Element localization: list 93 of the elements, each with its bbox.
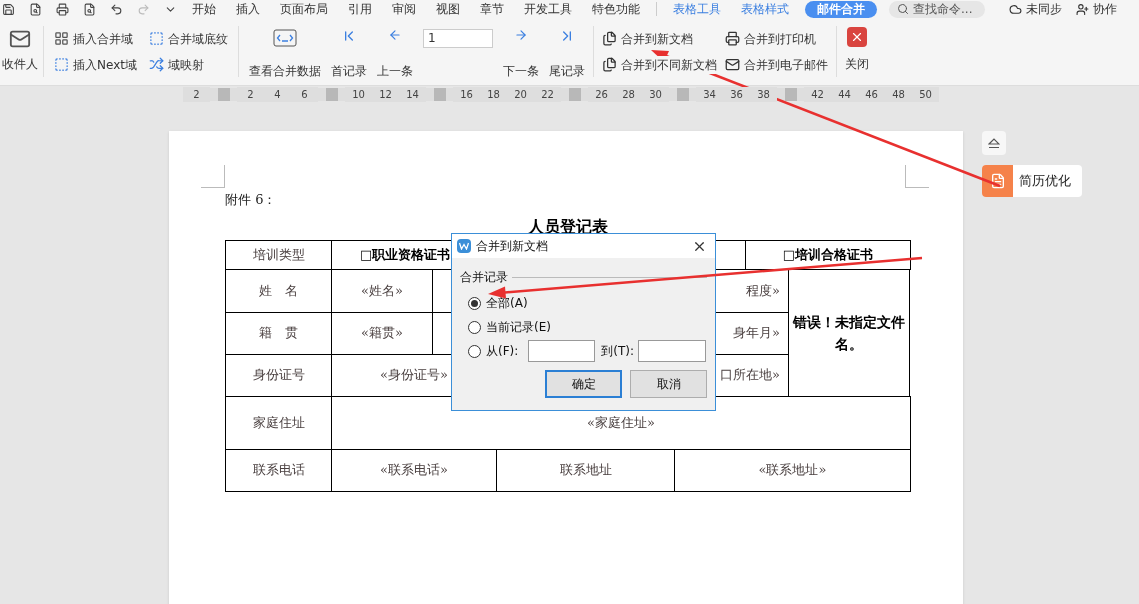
table-cell: 家庭住址 bbox=[226, 396, 332, 449]
ruler-number: 28 bbox=[615, 86, 642, 102]
field-code-icon bbox=[272, 27, 297, 48]
ribbon-tab[interactable]: 特色功能 bbox=[588, 0, 644, 18]
ribbon-tab[interactable]: 表格工具 bbox=[669, 0, 725, 18]
cancel-button[interactable]: 取消 bbox=[630, 370, 707, 398]
ribbon-tab[interactable]: 开始 bbox=[188, 0, 220, 18]
recipients-button[interactable]: 收件人 bbox=[0, 18, 40, 85]
resume-optimize-button[interactable]: 简历优化 bbox=[982, 165, 1082, 197]
ruler-number: 6 bbox=[291, 86, 318, 102]
ribbon-tab[interactable]: 页面布局 bbox=[276, 0, 332, 18]
ribbon-tab[interactable]: 章节 bbox=[476, 0, 508, 18]
ruler-number: 10 bbox=[345, 86, 372, 102]
grid-icon bbox=[54, 31, 69, 46]
ruler-number: 2 bbox=[183, 86, 210, 102]
mail-icon bbox=[724, 57, 740, 72]
collaborate-button[interactable]: 协作 bbox=[1076, 0, 1117, 18]
ruler-number: 36 bbox=[723, 86, 750, 102]
undo-icon[interactable] bbox=[110, 2, 123, 16]
margin-mark bbox=[201, 165, 225, 188]
ribbon-button[interactable]: 尾记录 bbox=[548, 23, 585, 80]
ribbon-button[interactable]: 上一条 bbox=[376, 23, 413, 80]
search-field[interactable]: 查找命令... bbox=[889, 0, 985, 18]
table-cell: «姓名» bbox=[332, 269, 433, 312]
ribbon-tab[interactable]: 表格样式 bbox=[737, 0, 793, 18]
ribbon-button[interactable]: 域映射 bbox=[148, 53, 228, 76]
ribbon-tab[interactable]: 引用 bbox=[344, 0, 376, 18]
table-cell: «联系地址» bbox=[675, 449, 911, 491]
save-icon[interactable] bbox=[2, 2, 15, 16]
ruler-number: 38 bbox=[750, 86, 777, 102]
ribbon-button[interactable]: 下一条 bbox=[502, 23, 539, 80]
ribbon-tab[interactable]: 开发工具 bbox=[520, 0, 576, 18]
close-icon bbox=[846, 27, 867, 47]
margin-mark bbox=[905, 165, 929, 188]
ruler-number: 4 bbox=[264, 86, 291, 102]
user-plus-icon bbox=[1076, 2, 1089, 16]
print-preview-icon[interactable] bbox=[83, 2, 96, 16]
table-cell: «籍贯» bbox=[332, 312, 433, 354]
record-number-field[interactable]: 1 bbox=[422, 28, 493, 48]
collapse-button[interactable] bbox=[982, 131, 1006, 155]
cloud-icon bbox=[1009, 2, 1022, 16]
ruler-number: 46 bbox=[858, 86, 885, 102]
shuffle-icon bbox=[148, 57, 164, 72]
ruler-number: 44 bbox=[831, 86, 858, 102]
table-cell: 身份证号 bbox=[226, 354, 332, 396]
dashed-square-icon bbox=[54, 57, 69, 72]
sync-button[interactable]: 未同步 bbox=[1009, 0, 1062, 18]
envelope-icon bbox=[9, 28, 31, 50]
eject-icon bbox=[988, 137, 1000, 149]
from-field[interactable] bbox=[528, 340, 596, 362]
table-cell: «联系电话» bbox=[332, 449, 497, 491]
ruler-number: 34 bbox=[696, 86, 723, 102]
ribbon-tab[interactable]: 审阅 bbox=[388, 0, 420, 18]
ribbon-button[interactable]: 首记录 bbox=[330, 23, 367, 80]
ribbon-button[interactable]: 查看合并数据 bbox=[248, 23, 321, 80]
dashed-square-icon bbox=[148, 31, 164, 46]
table-cell: 联系地址 bbox=[497, 449, 675, 491]
ruler-number: 26 bbox=[588, 86, 615, 102]
ruler-number: 42 bbox=[804, 86, 831, 102]
ribbon-tab[interactable]: 视图 bbox=[432, 0, 464, 18]
radio-option[interactable]: 当前记录(E) bbox=[468, 318, 551, 336]
ruler-number: 50 bbox=[912, 86, 939, 102]
table-cell: 联系电话 bbox=[226, 449, 332, 491]
printer-icon[interactable] bbox=[56, 2, 69, 16]
table-cell: □培训合格证书 bbox=[746, 240, 911, 269]
documents-icon bbox=[601, 31, 617, 46]
ok-button[interactable]: 确定 bbox=[545, 370, 622, 398]
ribbon-tab[interactable]: 插入 bbox=[232, 0, 264, 18]
ruler-number: 2 bbox=[237, 86, 264, 102]
printer-icon bbox=[724, 31, 740, 46]
ruler-number: 14 bbox=[399, 86, 426, 102]
close-button[interactable]: 关闭 bbox=[836, 18, 877, 85]
table-cell: 培训类型 bbox=[226, 240, 332, 269]
group-label: 合并记录 bbox=[460, 269, 508, 286]
documents-icon bbox=[601, 57, 617, 72]
search-icon bbox=[897, 3, 909, 15]
ruler-number: 18 bbox=[480, 86, 507, 102]
document-search-icon[interactable] bbox=[29, 2, 42, 16]
attachment-label: 附件 6： bbox=[225, 191, 278, 209]
ruler-number: 48 bbox=[885, 86, 912, 102]
table-cell: 籍 贯 bbox=[226, 312, 332, 354]
app-logo-icon bbox=[457, 239, 471, 253]
ruler-number: 16 bbox=[453, 86, 480, 102]
to-field[interactable] bbox=[638, 340, 707, 362]
ruler-number: 22 bbox=[534, 86, 561, 102]
ruler-number: 12 bbox=[372, 86, 399, 102]
to-label: 到(T): bbox=[601, 343, 635, 360]
table-cell: 姓 名 bbox=[226, 269, 332, 312]
document-icon bbox=[989, 173, 1006, 189]
arrow-left-icon bbox=[387, 27, 402, 42]
ruler-number: 20 bbox=[507, 86, 534, 102]
table-cell: 错误！未指定文件名。 bbox=[789, 269, 910, 396]
ruler-number: 30 bbox=[642, 86, 669, 102]
